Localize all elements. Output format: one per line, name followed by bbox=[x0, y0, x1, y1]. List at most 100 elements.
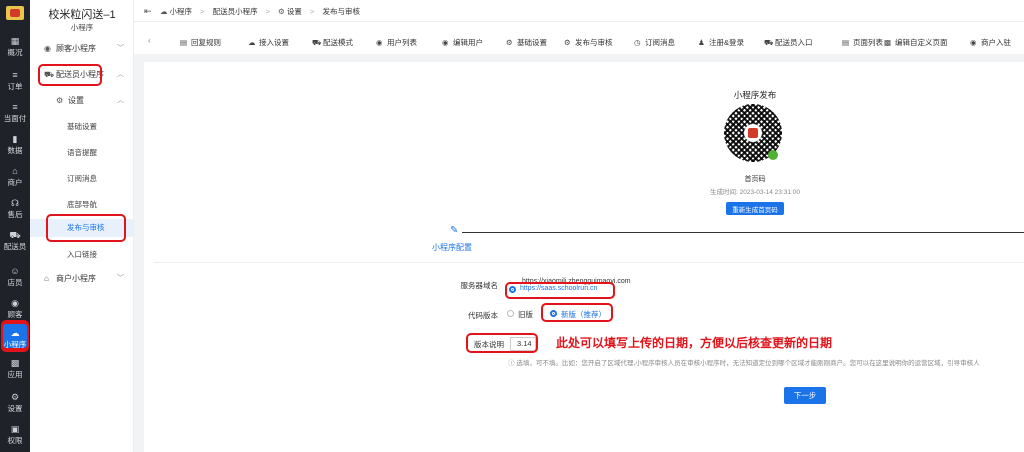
tab-item-10[interactable]: ▤ 页面列表 bbox=[842, 37, 883, 48]
tab-item-2[interactable]: ⛟ 配送模式 bbox=[312, 37, 353, 48]
tab-item-8[interactable]: ♟ 注册&登录 bbox=[698, 37, 744, 48]
rail-item-11[interactable]: ⚙ 设置 bbox=[0, 388, 30, 418]
step-label[interactable]: 小程序配置 bbox=[432, 242, 472, 253]
tab-item-9[interactable]: ⛟ 配送员入口 bbox=[764, 37, 813, 48]
rail-item-3[interactable]: ▮ 数据 bbox=[0, 130, 30, 160]
breadcrumb: ☁ 小程序 > 配送员小程序 > ⚙ 设置 > 发布与审核 bbox=[160, 6, 360, 17]
domain-option-2[interactable]: https://saas.schoolrun.cn bbox=[520, 285, 597, 292]
user-icon: ◉ bbox=[376, 38, 383, 47]
divider bbox=[154, 262, 1024, 263]
rail-item-label: 设置 bbox=[7, 404, 23, 413]
tab-item-7[interactable]: ◷ 订阅消息 bbox=[634, 37, 675, 48]
rail-item-10[interactable]: ▩ 应用 bbox=[0, 354, 30, 384]
rail-item-1[interactable]: ≡ 订单 bbox=[0, 66, 30, 96]
rail-item-0[interactable]: ▦ 概况 bbox=[0, 32, 30, 62]
customer-icon: ◉ bbox=[11, 298, 19, 308]
qr-badge-icon bbox=[768, 150, 778, 160]
rail-item-label: 售后 bbox=[7, 210, 23, 219]
lock-icon: ▣ bbox=[10, 424, 20, 434]
next-step-button[interactable]: 下一步 bbox=[784, 387, 826, 404]
code-old-radio[interactable] bbox=[507, 310, 514, 317]
tab-item-4[interactable]: ◉ 编辑用户 bbox=[442, 37, 483, 48]
user-icon: ◉ bbox=[44, 44, 51, 53]
subnav-entry-link[interactable]: 入口链接 bbox=[30, 246, 134, 264]
rail-item-9[interactable]: ☁ 小程序 bbox=[1, 322, 29, 352]
app-type: 小程序 bbox=[70, 23, 94, 32]
tab-label: 配送员入口 bbox=[775, 38, 813, 47]
subnav-publish-review[interactable]: 发布与审核 bbox=[30, 219, 134, 237]
menu-fold-icon[interactable]: ⇤ bbox=[144, 6, 152, 17]
breadcrumb-item-current: 发布与审核 bbox=[322, 7, 360, 16]
tab-label: 基础设置 bbox=[517, 38, 547, 47]
rail-item-6[interactable]: ⛟ 配送员 bbox=[0, 226, 30, 256]
tab-label: 页面列表 bbox=[853, 38, 883, 47]
courier-icon: ⛟ bbox=[9, 230, 21, 240]
subnav-bottom-nav[interactable]: 底部导航 bbox=[30, 196, 134, 214]
rail-item-label: 顾客 bbox=[7, 310, 23, 319]
store-icon: ⌂ bbox=[12, 166, 18, 176]
gear-icon: ⚙ bbox=[564, 38, 571, 47]
regenerate-qr-button[interactable]: 重新生成首页码 bbox=[726, 202, 784, 215]
app-name: 校米粒闪送–1 bbox=[48, 9, 116, 21]
top-bar: ⇤ ☁ 小程序 > 配送员小程序 > ⚙ 设置 > 发布与审核 bbox=[134, 0, 1024, 22]
subnav-basic-settings[interactable]: 基础设置 bbox=[30, 118, 134, 136]
generated-time: 生成时间: 2023-03-14 23:31:00 bbox=[710, 189, 800, 196]
domain-radio-2[interactable] bbox=[509, 286, 516, 293]
chevron-left-icon[interactable]: ‹ bbox=[148, 36, 151, 45]
order-icon: ≡ bbox=[12, 70, 18, 80]
pen-icon: ✎ bbox=[450, 225, 459, 236]
rail-item-12[interactable]: ▣ 权限 bbox=[0, 420, 30, 450]
rail-item-8[interactable]: ◉ 顾客 bbox=[0, 294, 30, 324]
rail-item-label: 店员 bbox=[7, 278, 23, 287]
rail-item-label: 配送员 bbox=[3, 242, 27, 251]
reply-icon: ▤ bbox=[180, 38, 188, 47]
tab-label: 编辑用户 bbox=[453, 38, 483, 47]
rail-item-label: 小程序 bbox=[3, 340, 27, 349]
tab-item-3[interactable]: ◉ 用户列表 bbox=[376, 37, 417, 48]
tab-item-0[interactable]: ▤ 回复规则 bbox=[180, 37, 221, 48]
breadcrumb-item[interactable]: 设置 bbox=[287, 7, 302, 16]
wechat-icon: ☁ bbox=[248, 38, 256, 47]
rail-item-4[interactable]: ⌂ 商户 bbox=[0, 162, 30, 192]
tab-item-1[interactable]: ☁ 接入设置 bbox=[248, 37, 289, 48]
code-new-option[interactable]: 新版（推荐） bbox=[561, 309, 606, 320]
headset-icon: ☊ bbox=[11, 198, 19, 208]
version-note-input[interactable]: 3.14 bbox=[510, 337, 536, 351]
wechat-icon: ☁ bbox=[160, 7, 168, 16]
chevron-down-icon: ﹀ bbox=[117, 275, 124, 282]
rail-item-7[interactable]: ☺ 店员 bbox=[0, 262, 30, 292]
domain-label: 服务器域名 bbox=[460, 281, 499, 290]
tab-item-5[interactable]: ⚙ 基础设置 bbox=[506, 37, 547, 48]
version-note-hint: ⓘ 选填，可不填。比如：您开启了区域代理,小程序审核人员在审核小程序时，无法知道… bbox=[508, 360, 980, 367]
group-settings[interactable]: ⚙ 设置 ︿ bbox=[30, 92, 134, 110]
rail-item-label: 概况 bbox=[7, 48, 23, 57]
chevron-up-icon: ︿ bbox=[117, 71, 124, 78]
tab-item-6[interactable]: ⚙ 发布与审核 bbox=[564, 37, 613, 48]
subnav-voice-reminder[interactable]: 语音提醒 bbox=[30, 144, 134, 162]
tab-item-12[interactable]: ◉ 商户入驻 bbox=[970, 37, 1011, 48]
app-logo bbox=[6, 6, 24, 20]
group-customer-miniprogram[interactable]: ◉ 顾客小程序 ﹀ bbox=[30, 40, 134, 58]
rail-item-label: 商户 bbox=[7, 178, 23, 187]
tab-item-11[interactable]: ▩ 编辑自定义页面 bbox=[884, 37, 948, 48]
tab-label: 用户列表 bbox=[387, 38, 417, 47]
clock-icon: ◷ bbox=[634, 38, 641, 47]
rail-item-2[interactable]: ≡ 当面付 bbox=[0, 98, 30, 128]
rail-item-5[interactable]: ☊ 售后 bbox=[0, 194, 30, 224]
breadcrumb-item[interactable]: 配送员小程序 bbox=[213, 7, 258, 16]
group-merchant-miniprogram[interactable]: ⌂ 商户小程序 ﹀ bbox=[30, 270, 134, 288]
subnav-subscription-messages[interactable]: 订阅消息 bbox=[30, 170, 134, 188]
breadcrumb-separator: > bbox=[309, 7, 315, 16]
breadcrumb-separator: > bbox=[200, 7, 205, 16]
domain-option-1[interactable]: https://xiaomili.zhengguimaoyi.com bbox=[522, 278, 631, 285]
gear-icon: ⚙ bbox=[278, 7, 285, 16]
gear-icon: ⚙ bbox=[506, 38, 513, 47]
dashboard-icon: ▦ bbox=[10, 36, 20, 46]
chevron-up-icon: ︿ bbox=[117, 97, 124, 104]
breadcrumb-item[interactable]: 小程序 bbox=[170, 7, 193, 16]
group-courier-miniprogram[interactable]: ⛟ 配送员小程序 ︿ bbox=[30, 66, 134, 84]
code-old-option[interactable]: 旧版 bbox=[518, 309, 533, 320]
code-new-radio[interactable] bbox=[550, 310, 557, 317]
courier-icon: ⛟ bbox=[44, 70, 55, 79]
delivery-icon: ⛟ bbox=[312, 38, 322, 47]
